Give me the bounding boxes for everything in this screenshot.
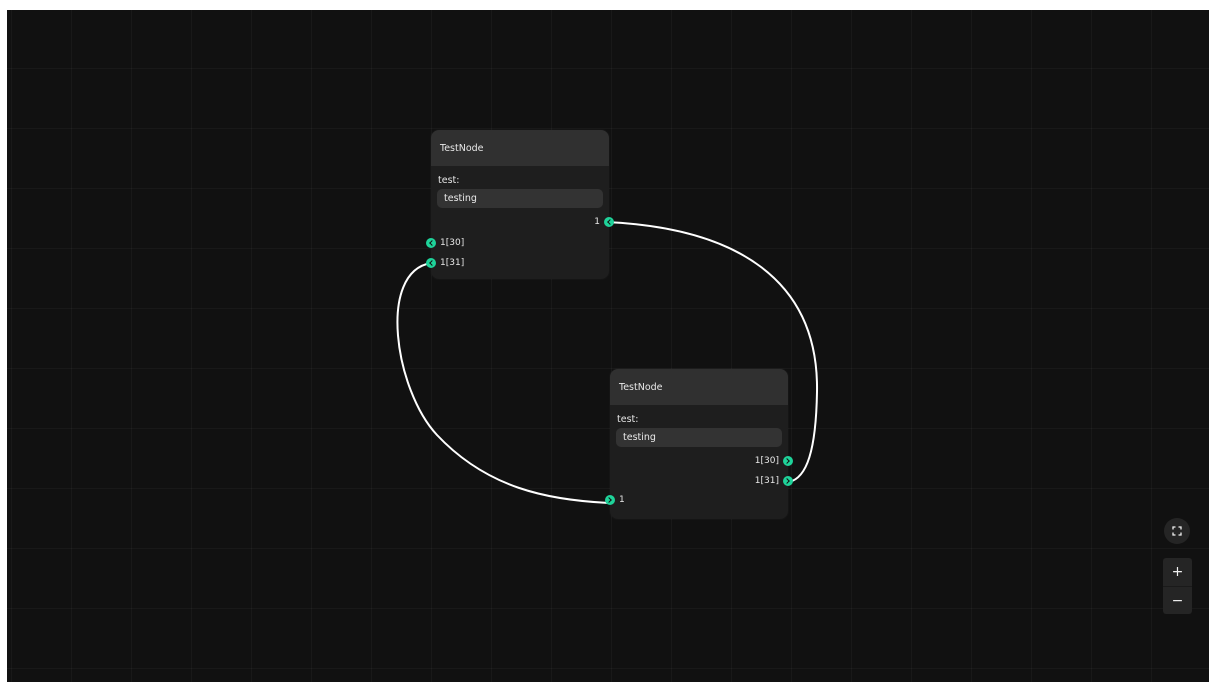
node-editor-canvas[interactable]: TestNode test: 1 1[30] 1[31] TestNode te…	[7, 10, 1209, 682]
port-label: 1	[619, 495, 625, 505]
port-label: 1	[594, 217, 600, 227]
output-socket[interactable]	[783, 476, 793, 486]
port-label: 1[30]	[440, 238, 465, 248]
test-field-input[interactable]	[437, 189, 603, 208]
port-label: 1[30]	[754, 456, 779, 466]
input-port[interactable]: 1[30]	[426, 237, 464, 249]
zoom-controls: + −	[1163, 558, 1192, 614]
node-title[interactable]: TestNode	[431, 130, 609, 166]
field-label: test:	[438, 175, 460, 186]
input-port[interactable]: 1[31]	[426, 257, 464, 269]
port-label: 1[31]	[440, 258, 465, 268]
output-port[interactable]: 1	[594, 216, 614, 228]
input-socket[interactable]	[605, 495, 615, 505]
zoom-in-button[interactable]: +	[1163, 558, 1192, 586]
test-field-input[interactable]	[616, 428, 782, 447]
input-socket[interactable]	[426, 258, 436, 268]
output-socket[interactable]	[783, 456, 793, 466]
output-port[interactable]: 1[30]	[755, 455, 793, 467]
node-title[interactable]: TestNode	[610, 369, 788, 405]
port-label: 1[31]	[754, 476, 779, 486]
connection-wire[interactable]	[396, 262, 610, 504]
output-port[interactable]: 1[31]	[755, 475, 793, 487]
field-label: test:	[617, 414, 639, 425]
fit-view-button[interactable]	[1164, 518, 1190, 544]
output-socket[interactable]	[604, 217, 614, 227]
fit-view-icon	[1172, 526, 1182, 536]
test-node[interactable]: TestNode test: 1[30] 1[31] 1	[605, 369, 793, 519]
zoom-out-button[interactable]: −	[1163, 586, 1192, 614]
input-port[interactable]: 1	[605, 494, 625, 506]
test-node[interactable]: TestNode test: 1 1[30] 1[31]	[426, 130, 614, 279]
connections-layer	[396, 221, 819, 504]
input-socket[interactable]	[426, 238, 436, 248]
